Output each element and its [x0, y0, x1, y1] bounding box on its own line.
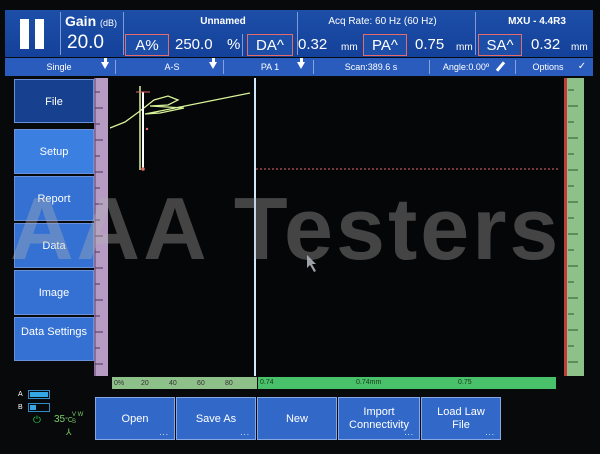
angle-label: Angle:0.00º [442, 62, 490, 72]
view-toolbar: Single A-S PA 1 Scan:389.6 s Angle:0.00º… [5, 58, 593, 76]
import-connectivity-button[interactable]: Import Connectivity ... [338, 397, 420, 440]
battery-b-label: B [18, 404, 23, 411]
divider [475, 12, 476, 55]
divider [429, 60, 430, 74]
menu-image-label: Image [38, 287, 70, 299]
arrow-down-icon[interactable] [297, 58, 305, 69]
load-law-file-button[interactable]: Load Law File ... [421, 397, 501, 440]
more-icon: ... [404, 428, 414, 437]
readout-sa-label[interactable]: SA^ [478, 34, 522, 56]
scan-label: Scan:389.6 s [344, 62, 398, 72]
model-label: MXU - 4.4R3 [508, 16, 566, 27]
battery-b-level [30, 405, 36, 410]
readout-a-percent-value: 250.0 [175, 36, 213, 53]
position-tick-label: 0.75 [458, 379, 472, 386]
group-label: PA 1 [260, 62, 280, 72]
screen: Gain (dB) 20.0 Unnamed Acq Rate: 60 Hz (… [0, 0, 600, 454]
readout-da-unit: mm [341, 42, 358, 53]
acq-rate: Acq Rate: 60 Hz (60 Hz) [328, 16, 437, 27]
position-tick-label: 0.74 [260, 379, 274, 386]
amp-tick-label: 0% [114, 380, 125, 387]
divider [223, 60, 224, 74]
readout-a-percent-unit: % [227, 36, 241, 53]
position-tick-label: 0.74mm [356, 379, 382, 386]
menu-setup-label: Setup [39, 146, 69, 158]
gain-label-text: Gain [65, 13, 97, 29]
open-button[interactable]: Open ... [95, 397, 175, 440]
more-icon: ... [159, 428, 169, 437]
readout-sa-value: 0.32 [531, 36, 561, 53]
gain-unit: (dB) [100, 18, 118, 28]
new-button-label: New [285, 412, 308, 425]
divider [313, 60, 314, 74]
temperature-readout: 35°C [54, 414, 73, 425]
amp-tick-label: 60 [197, 380, 205, 387]
more-icon: ... [240, 428, 250, 437]
arrow-down-icon[interactable] [101, 58, 109, 69]
battery-b-icon [28, 403, 50, 412]
divider [242, 34, 243, 56]
readout-a-percent-label[interactable]: A% [125, 34, 169, 56]
options-button[interactable]: Options [517, 58, 579, 76]
battery-a-label: A [18, 391, 23, 398]
divider [123, 12, 124, 55]
divider [60, 12, 61, 55]
a-scan-waveform [109, 92, 251, 129]
setup-title: Unnamed [200, 16, 246, 27]
menu-file[interactable]: File [14, 79, 94, 123]
menu-data-settings[interactable]: Data Settings [14, 317, 94, 361]
ruler-bottom-amplitude: 0% 20 40 60 80 [112, 377, 257, 389]
divider [515, 60, 516, 74]
readout-pa-label[interactable]: PA^ [363, 34, 407, 56]
gain-value[interactable]: 20.0 [67, 32, 104, 54]
arrow-down-icon[interactable] [209, 58, 217, 69]
ruler-bottom-position: 0.74 0.74mm 0.75 [258, 377, 556, 389]
temperature-value: 35 [54, 414, 66, 425]
amp-tick-label: 80 [225, 380, 233, 387]
battery-a-level [30, 392, 48, 397]
scan-readout: Scan:389.6 s [315, 58, 427, 76]
new-button[interactable]: New [257, 397, 337, 440]
readout-pa-unit: mm [456, 42, 473, 53]
gate-dot [145, 127, 149, 131]
readout-pa-value: 0.75 [415, 36, 445, 53]
gain-label: Gain (dB) [65, 13, 117, 29]
amp-tick-label: 20 [141, 380, 149, 387]
open-button-label: Open [121, 412, 149, 425]
options-label: Options [532, 62, 564, 72]
pause-icon-bar-right [35, 19, 44, 49]
layout-label: A-S [164, 62, 180, 72]
pause-button[interactable] [11, 17, 51, 55]
more-icon: ... [485, 428, 495, 437]
angle-readout[interactable]: Angle:0.00º [431, 58, 501, 76]
options-icon[interactable]: ✓ [575, 58, 589, 76]
s-indicator: S [72, 419, 77, 425]
divider [115, 60, 116, 74]
readout-da-value: 0.32 [298, 36, 328, 53]
readout-sa-unit: mm [571, 42, 588, 53]
gate-dot [141, 167, 145, 171]
watermark: AAA Testers [10, 179, 562, 278]
menu-data-settings-label: Data Settings [20, 326, 88, 338]
menu-file-label: File [45, 96, 63, 108]
network-icon: ⅄ [66, 427, 72, 437]
vw-indicator: V W [72, 412, 84, 418]
save-as-button-label: Save As [195, 412, 237, 425]
battery-a-icon [28, 390, 50, 399]
save-as-button[interactable]: Save As ... [176, 397, 256, 440]
amp-tick-label: 40 [169, 380, 177, 387]
top-status-bar: Gain (dB) 20.0 Unnamed Acq Rate: 60 Hz (… [5, 10, 593, 57]
acq-mode-select[interactable]: Single [5, 58, 113, 76]
pause-icon-bar-left [20, 19, 29, 49]
menu-setup[interactable]: Setup [14, 129, 94, 174]
readout-da-label[interactable]: DA^ [247, 34, 293, 56]
acq-mode-label: Single [46, 62, 72, 72]
power-icon: ⏻ [33, 415, 41, 426]
